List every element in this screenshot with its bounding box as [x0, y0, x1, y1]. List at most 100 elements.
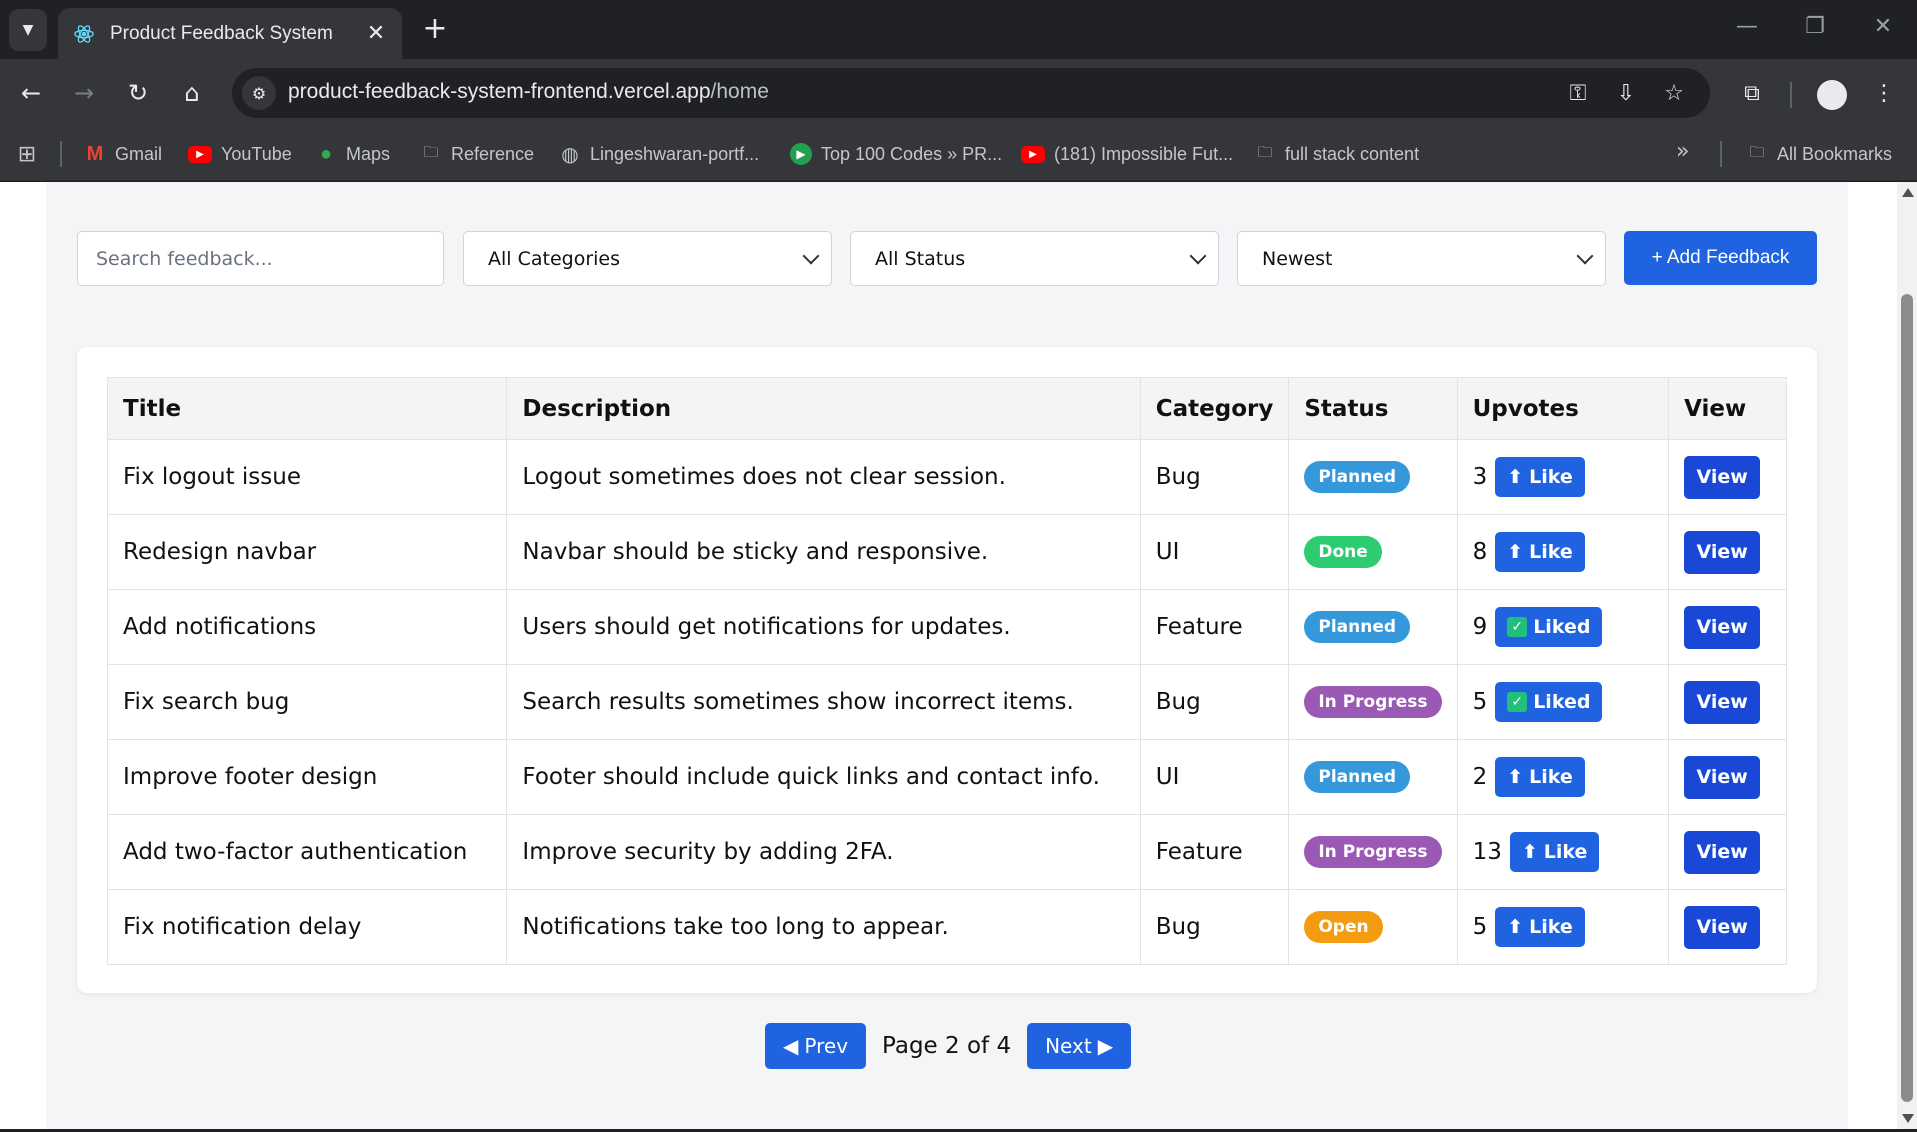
next-page-button[interactable]: Next ▶	[1027, 1023, 1132, 1069]
view-button[interactable]: View	[1684, 680, 1761, 724]
install-app-icon[interactable]: ⇩	[1612, 79, 1640, 107]
bookmark-top-codes[interactable]: ▶ Top 100 Codes » PR...	[790, 139, 1002, 169]
search-input[interactable]	[77, 231, 444, 286]
view-button[interactable]: View	[1684, 905, 1761, 949]
minimize-icon[interactable]: —	[1732, 14, 1762, 39]
new-tab-icon[interactable]: +	[418, 14, 452, 44]
status-select[interactable]: All Status	[850, 231, 1219, 286]
like-label: Like	[1529, 766, 1573, 788]
liked-button[interactable]: ✓ Liked	[1495, 607, 1603, 647]
sort-select[interactable]: Newest	[1237, 231, 1606, 286]
scroll-down-icon[interactable]	[1902, 1114, 1914, 1123]
profile-avatar[interactable]	[1817, 80, 1847, 110]
status-cell: In Progress	[1288, 664, 1458, 740]
like-button[interactable]: ⬆ Like	[1495, 907, 1585, 947]
status-badge: Planned	[1304, 611, 1411, 643]
view-cell: View	[1668, 589, 1787, 665]
next-label: Next	[1045, 1034, 1092, 1058]
view-button[interactable]: View	[1684, 530, 1761, 574]
tab-strip: ▼ Product Feedback System ✕ + — ❐ ✕	[0, 0, 1917, 59]
restore-icon[interactable]: ❐	[1800, 14, 1830, 39]
forward-icon[interactable]: →	[67, 76, 101, 110]
arrow-up-icon: ⬆	[1507, 916, 1524, 938]
url-text[interactable]: product-feedback-system-frontend.vercel.…	[288, 80, 769, 104]
view-button[interactable]: View	[1684, 755, 1761, 799]
feedback-description: Logout sometimes does not clear session.	[506, 439, 1141, 515]
like-button[interactable]: ⬆ Like	[1495, 457, 1585, 497]
extensions-icon[interactable]: ⧉	[1735, 76, 1769, 110]
status-badge: Planned	[1304, 461, 1411, 493]
like-button[interactable]: ⬆ Like	[1495, 757, 1585, 797]
view-cell: View	[1668, 889, 1787, 965]
upvote-count: 8	[1472, 539, 1488, 565]
bookmark-star-icon[interactable]: ☆	[1660, 79, 1688, 107]
apps-grid-icon[interactable]: ⊞	[14, 141, 40, 167]
page-scrollbar[interactable]	[1897, 182, 1917, 1129]
add-feedback-button[interactable]: + Add Feedback	[1624, 231, 1817, 285]
bookmark-impossible-future[interactable]: ▶ (181) Impossible Fut...	[1021, 139, 1233, 169]
feedback-category: UI	[1139, 739, 1290, 815]
liked-button[interactable]: ✓ Liked	[1495, 682, 1603, 722]
like-label: Like	[1529, 916, 1573, 938]
back-icon[interactable]: ←	[14, 76, 48, 110]
like-label: Liked	[1533, 616, 1591, 638]
all-bookmarks-label: All Bookmarks	[1777, 143, 1893, 164]
view-cell: View	[1668, 439, 1787, 515]
feedback-description: Footer should include quick links and co…	[506, 739, 1141, 815]
scroll-up-icon[interactable]	[1902, 188, 1914, 197]
reload-icon[interactable]: ↻	[121, 76, 155, 110]
upvote-count: 3	[1472, 464, 1488, 490]
page-viewport: All Categories All Status Newest + Add F…	[0, 182, 1897, 1129]
prev-page-button[interactable]: ◀ Prev	[765, 1023, 867, 1069]
home-icon[interactable]: ⌂	[175, 76, 209, 110]
bookmark-full-stack[interactable]: 🗀 full stack content	[1254, 139, 1419, 169]
close-tab-icon[interactable]: ✕	[364, 21, 388, 46]
site-icon: ▶	[790, 143, 812, 165]
bookmark-label: Gmail	[115, 143, 163, 164]
feedback-title: Fix notification delay	[106, 889, 508, 965]
upvotes-cell: 8 ⬆ Like	[1456, 514, 1670, 590]
arrow-up-icon: ⬆	[1507, 466, 1524, 488]
column-header-view: View	[1668, 377, 1787, 440]
gmail-icon: M	[86, 142, 104, 165]
bookmark-maps[interactable]: ● Maps	[315, 139, 390, 169]
url-host: product-feedback-system-frontend.vercel.…	[288, 80, 711, 103]
bookmark-label: Top 100 Codes » PR...	[821, 143, 1003, 164]
bookmark-youtube[interactable]: ▶ YouTube	[188, 139, 292, 169]
feedback-description: Search results sometimes show incorrect …	[506, 664, 1141, 740]
feedback-title: Redesign navbar	[106, 514, 508, 590]
feedback-category: Feature	[1139, 589, 1290, 665]
close-window-icon[interactable]: ✕	[1868, 14, 1898, 39]
like-label: Like	[1529, 541, 1573, 563]
bookmark-portfolio[interactable]: ◍ Lingeshwaran-portf...	[559, 139, 759, 169]
menu-icon[interactable]: ⋮	[1867, 76, 1901, 110]
more-bookmarks-icon[interactable]: »	[1676, 139, 1689, 164]
feedback-title: Add notifications	[106, 589, 508, 665]
tab-title: Product Feedback System	[110, 22, 333, 44]
column-header-title: Title	[106, 377, 508, 440]
feedback-title: Fix logout issue	[106, 439, 508, 515]
address-bar[interactable]: ⚙ product-feedback-system-frontend.verce…	[232, 68, 1710, 118]
view-button[interactable]: View	[1684, 455, 1761, 499]
all-bookmarks[interactable]: 🗀 All Bookmarks	[1746, 139, 1892, 169]
site-info-icon[interactable]: ⚙	[242, 76, 276, 110]
view-button[interactable]: View	[1684, 830, 1761, 874]
bookmarks-bar: ⊞ M Gmail ▶ YouTube ● Maps 🗀 Reference ◍ Ling…	[0, 127, 1917, 181]
table-row: Fix notification delay Notifications take…	[106, 889, 1787, 965]
upvote-count: 9	[1472, 614, 1488, 640]
bookmark-gmail[interactable]: M Gmail	[84, 139, 162, 169]
tab-search-button[interactable]: ▼	[9, 9, 47, 51]
feedback-table-card: Title Description Category Status Upvote…	[77, 347, 1817, 993]
like-button[interactable]: ⬆ Like	[1495, 532, 1585, 572]
status-select-value: All Status	[875, 247, 966, 270]
like-button[interactable]: ⬆ Like	[1509, 832, 1600, 872]
category-select[interactable]: All Categories	[463, 231, 832, 286]
scrollbar-thumb[interactable]	[1901, 294, 1913, 1102]
feedback-table: Title Description Category Status Upvote…	[106, 377, 1787, 965]
arrow-up-icon: ⬆	[1507, 541, 1524, 563]
view-button[interactable]: View	[1684, 605, 1761, 649]
password-key-icon[interactable]: ⚿	[1564, 79, 1592, 107]
chevron-down-icon	[1189, 247, 1207, 265]
active-tab[interactable]: Product Feedback System ✕	[58, 8, 402, 59]
bookmark-reference[interactable]: 🗀 Reference	[420, 139, 534, 169]
